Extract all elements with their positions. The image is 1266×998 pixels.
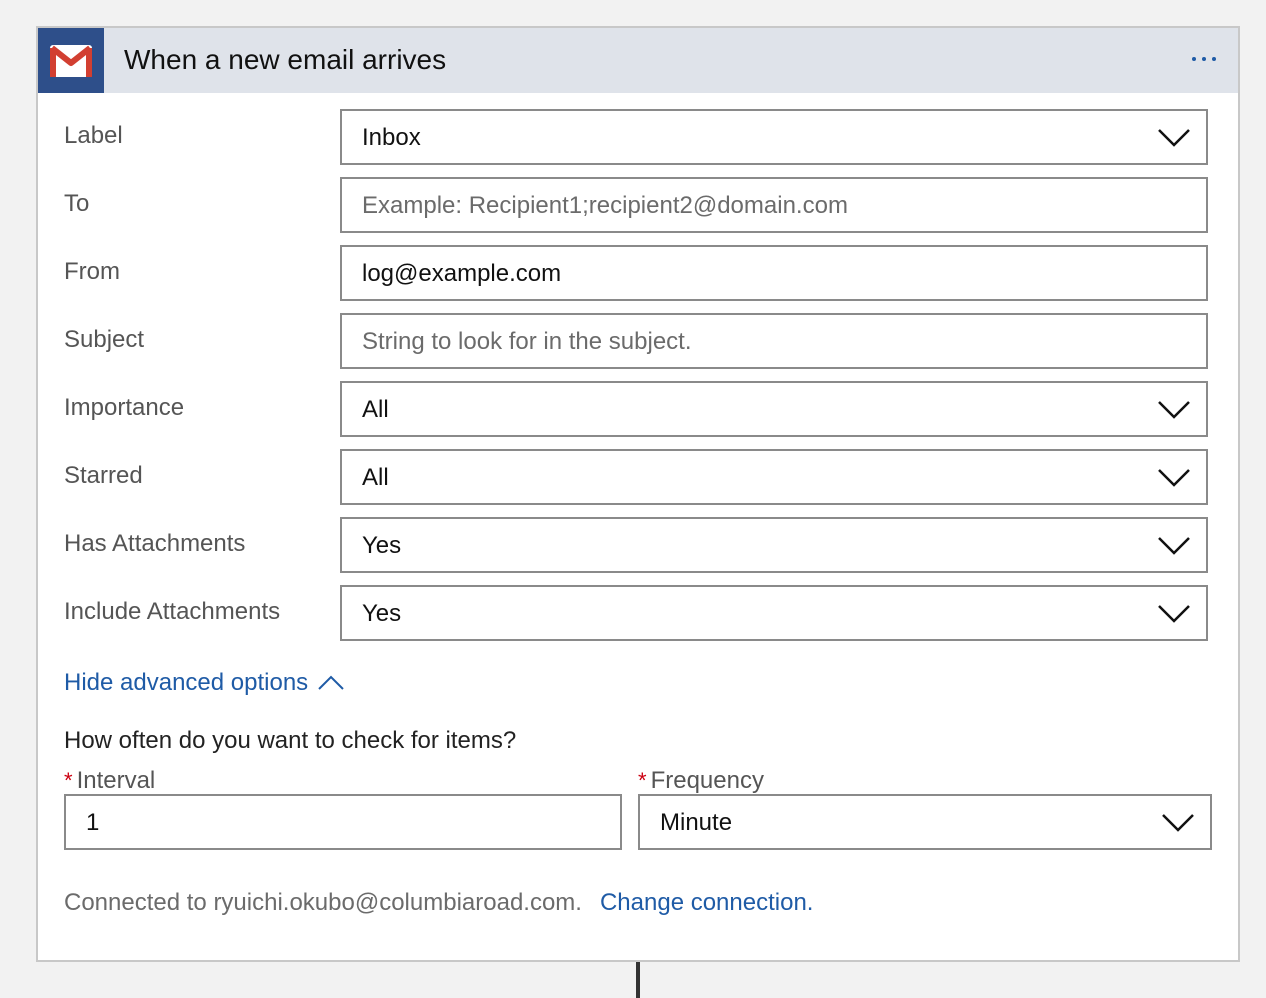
field-label: Starred bbox=[64, 462, 143, 489]
chevron-down-icon bbox=[1162, 814, 1194, 832]
gmail-icon bbox=[38, 28, 104, 93]
required-marker: * bbox=[638, 768, 647, 793]
row-starred: Starred All bbox=[38, 449, 1238, 505]
recurrence-question: How often do you want to check for items… bbox=[64, 727, 517, 754]
interval-value: 1 bbox=[86, 809, 100, 836]
connection-text: Connected to ryuichi.okubo@columbiaroad.… bbox=[64, 889, 582, 916]
hide-advanced-options-link[interactable]: Hide advanced options bbox=[64, 668, 344, 698]
field-label: Subject bbox=[64, 326, 145, 353]
label-dropdown[interactable]: Inbox bbox=[340, 109, 1208, 165]
row-include-attachments: Include Attachments Yes bbox=[38, 585, 1238, 641]
field-label: From bbox=[64, 258, 120, 285]
frequency-label: * Frequency bbox=[638, 766, 764, 796]
change-connection-link[interactable]: Change connection. bbox=[600, 889, 814, 916]
row-label: Label Inbox bbox=[38, 109, 1238, 165]
include-attachments-dropdown[interactable]: Yes bbox=[340, 585, 1208, 641]
chevron-up-icon bbox=[318, 675, 344, 690]
field-label: To bbox=[64, 190, 90, 217]
frequency-dropdown[interactable]: Minute bbox=[638, 794, 1212, 850]
card-title: When a new email arrives bbox=[124, 44, 447, 75]
dropdown-value: All bbox=[362, 396, 389, 423]
frequency-label-text: Frequency bbox=[650, 767, 764, 794]
dropdown-value: Yes bbox=[362, 532, 402, 559]
has-attachments-dropdown[interactable]: Yes bbox=[340, 517, 1208, 573]
chevron-down-icon bbox=[1158, 605, 1190, 623]
field-label: Has Attachments bbox=[64, 530, 246, 557]
dropdown-value: Inbox bbox=[362, 124, 421, 151]
field-label: Label bbox=[64, 122, 123, 149]
flow-connector bbox=[636, 962, 640, 998]
row-subject: Subject String to look for in the subjec… bbox=[38, 313, 1238, 369]
interval-label-text: Interval bbox=[76, 767, 156, 794]
chevron-down-icon bbox=[1158, 469, 1190, 487]
interval-input[interactable]: 1 bbox=[64, 794, 622, 850]
row-from: From log@example.com bbox=[38, 245, 1238, 301]
connection-info: Connected to ryuichi.okubo@columbiaroad.… bbox=[64, 888, 813, 918]
to-placeholder: Example: Recipient1;recipient2@domain.co… bbox=[362, 192, 848, 219]
dropdown-value: Yes bbox=[362, 600, 402, 627]
card-header[interactable]: When a new email arrives bbox=[38, 28, 1238, 93]
more-icon[interactable] bbox=[1184, 44, 1224, 74]
field-label: Importance bbox=[64, 394, 185, 421]
chevron-down-icon bbox=[1158, 129, 1190, 147]
field-label: Include Attachments bbox=[64, 598, 281, 625]
starred-dropdown[interactable]: All bbox=[340, 449, 1208, 505]
row-to: To Example: Recipient1;recipient2@domain… bbox=[38, 177, 1238, 233]
dropdown-value: All bbox=[362, 464, 389, 491]
subject-placeholder: String to look for in the subject. bbox=[362, 328, 692, 355]
importance-dropdown[interactable]: All bbox=[340, 381, 1208, 437]
required-marker: * bbox=[64, 768, 73, 793]
chevron-down-icon bbox=[1158, 401, 1190, 419]
frequency-value: Minute bbox=[660, 809, 733, 836]
from-value: log@example.com bbox=[362, 260, 562, 287]
row-importance: Importance All bbox=[38, 381, 1238, 437]
row-has-attachments: Has Attachments Yes bbox=[38, 517, 1238, 573]
from-input[interactable]: log@example.com bbox=[340, 245, 1208, 301]
trigger-card: When a new email arrives Label Inbox To … bbox=[36, 26, 1240, 962]
to-input[interactable]: Example: Recipient1;recipient2@domain.co… bbox=[340, 177, 1208, 233]
subject-input[interactable]: String to look for in the subject. bbox=[340, 313, 1208, 369]
chevron-down-icon bbox=[1158, 537, 1190, 555]
advanced-toggle-label: Hide advanced options bbox=[64, 669, 309, 696]
interval-label: * Interval bbox=[64, 766, 155, 796]
